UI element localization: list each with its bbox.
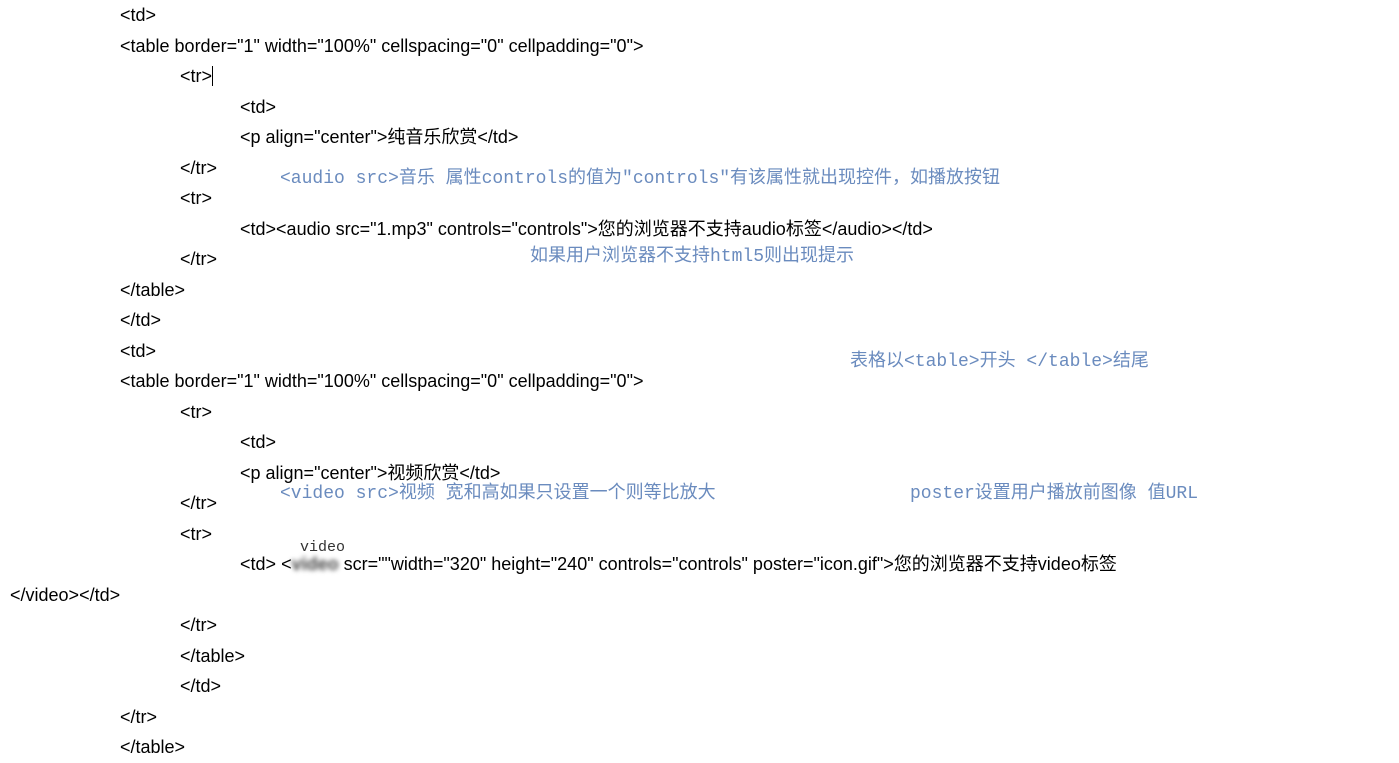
- code-line: </video></td>: [0, 580, 1399, 611]
- annotation-table: 表格以<table>开头 </table>结尾: [850, 346, 1149, 372]
- code-line: <table border="1" width="100%" cellspaci…: [0, 31, 1399, 62]
- code-block: <td> <table border="1" width="100%" cell…: [0, 0, 1399, 763]
- blurred-tag-name: video: [292, 554, 339, 574]
- code-line: <tr>: [0, 519, 1399, 550]
- code-line: </table>: [0, 732, 1399, 763]
- annotation-poster: poster设置用户播放前图像 值URL: [910, 478, 1198, 504]
- code-line: </tr>: [0, 610, 1399, 641]
- code-line: <td><audio src="1.mp3" controls="control…: [0, 214, 1399, 245]
- annotation-html5-fallback: 如果用户浏览器不支持html5则出现提示: [530, 241, 854, 267]
- annotation-video: <video src>视频 宽和高如果只设置一个则等比放大: [280, 478, 716, 504]
- code-line: <td>: [0, 336, 1399, 367]
- code-line: <table border="1" width="100%" cellspaci…: [0, 366, 1399, 397]
- code-line: <tr>: [0, 61, 1399, 92]
- code-line: <tr>: [0, 397, 1399, 428]
- code-line: </table>: [0, 641, 1399, 672]
- code-line: <td> video <video scr=""width="320" heig…: [0, 549, 1399, 580]
- annotation-audio: <audio src>音乐 属性controls的值为"controls"有该属…: [280, 163, 1000, 189]
- code-line: </table>: [0, 275, 1399, 306]
- code-line: <td>: [0, 92, 1399, 123]
- code-line: <p align="center">纯音乐欣赏</td>: [0, 122, 1399, 153]
- text-cursor: [212, 66, 213, 86]
- code-line: <td>: [0, 0, 1399, 31]
- code-line: </td>: [0, 671, 1399, 702]
- code-line: </td>: [0, 305, 1399, 336]
- code-line: <td>: [0, 427, 1399, 458]
- code-line: </tr>: [0, 702, 1399, 733]
